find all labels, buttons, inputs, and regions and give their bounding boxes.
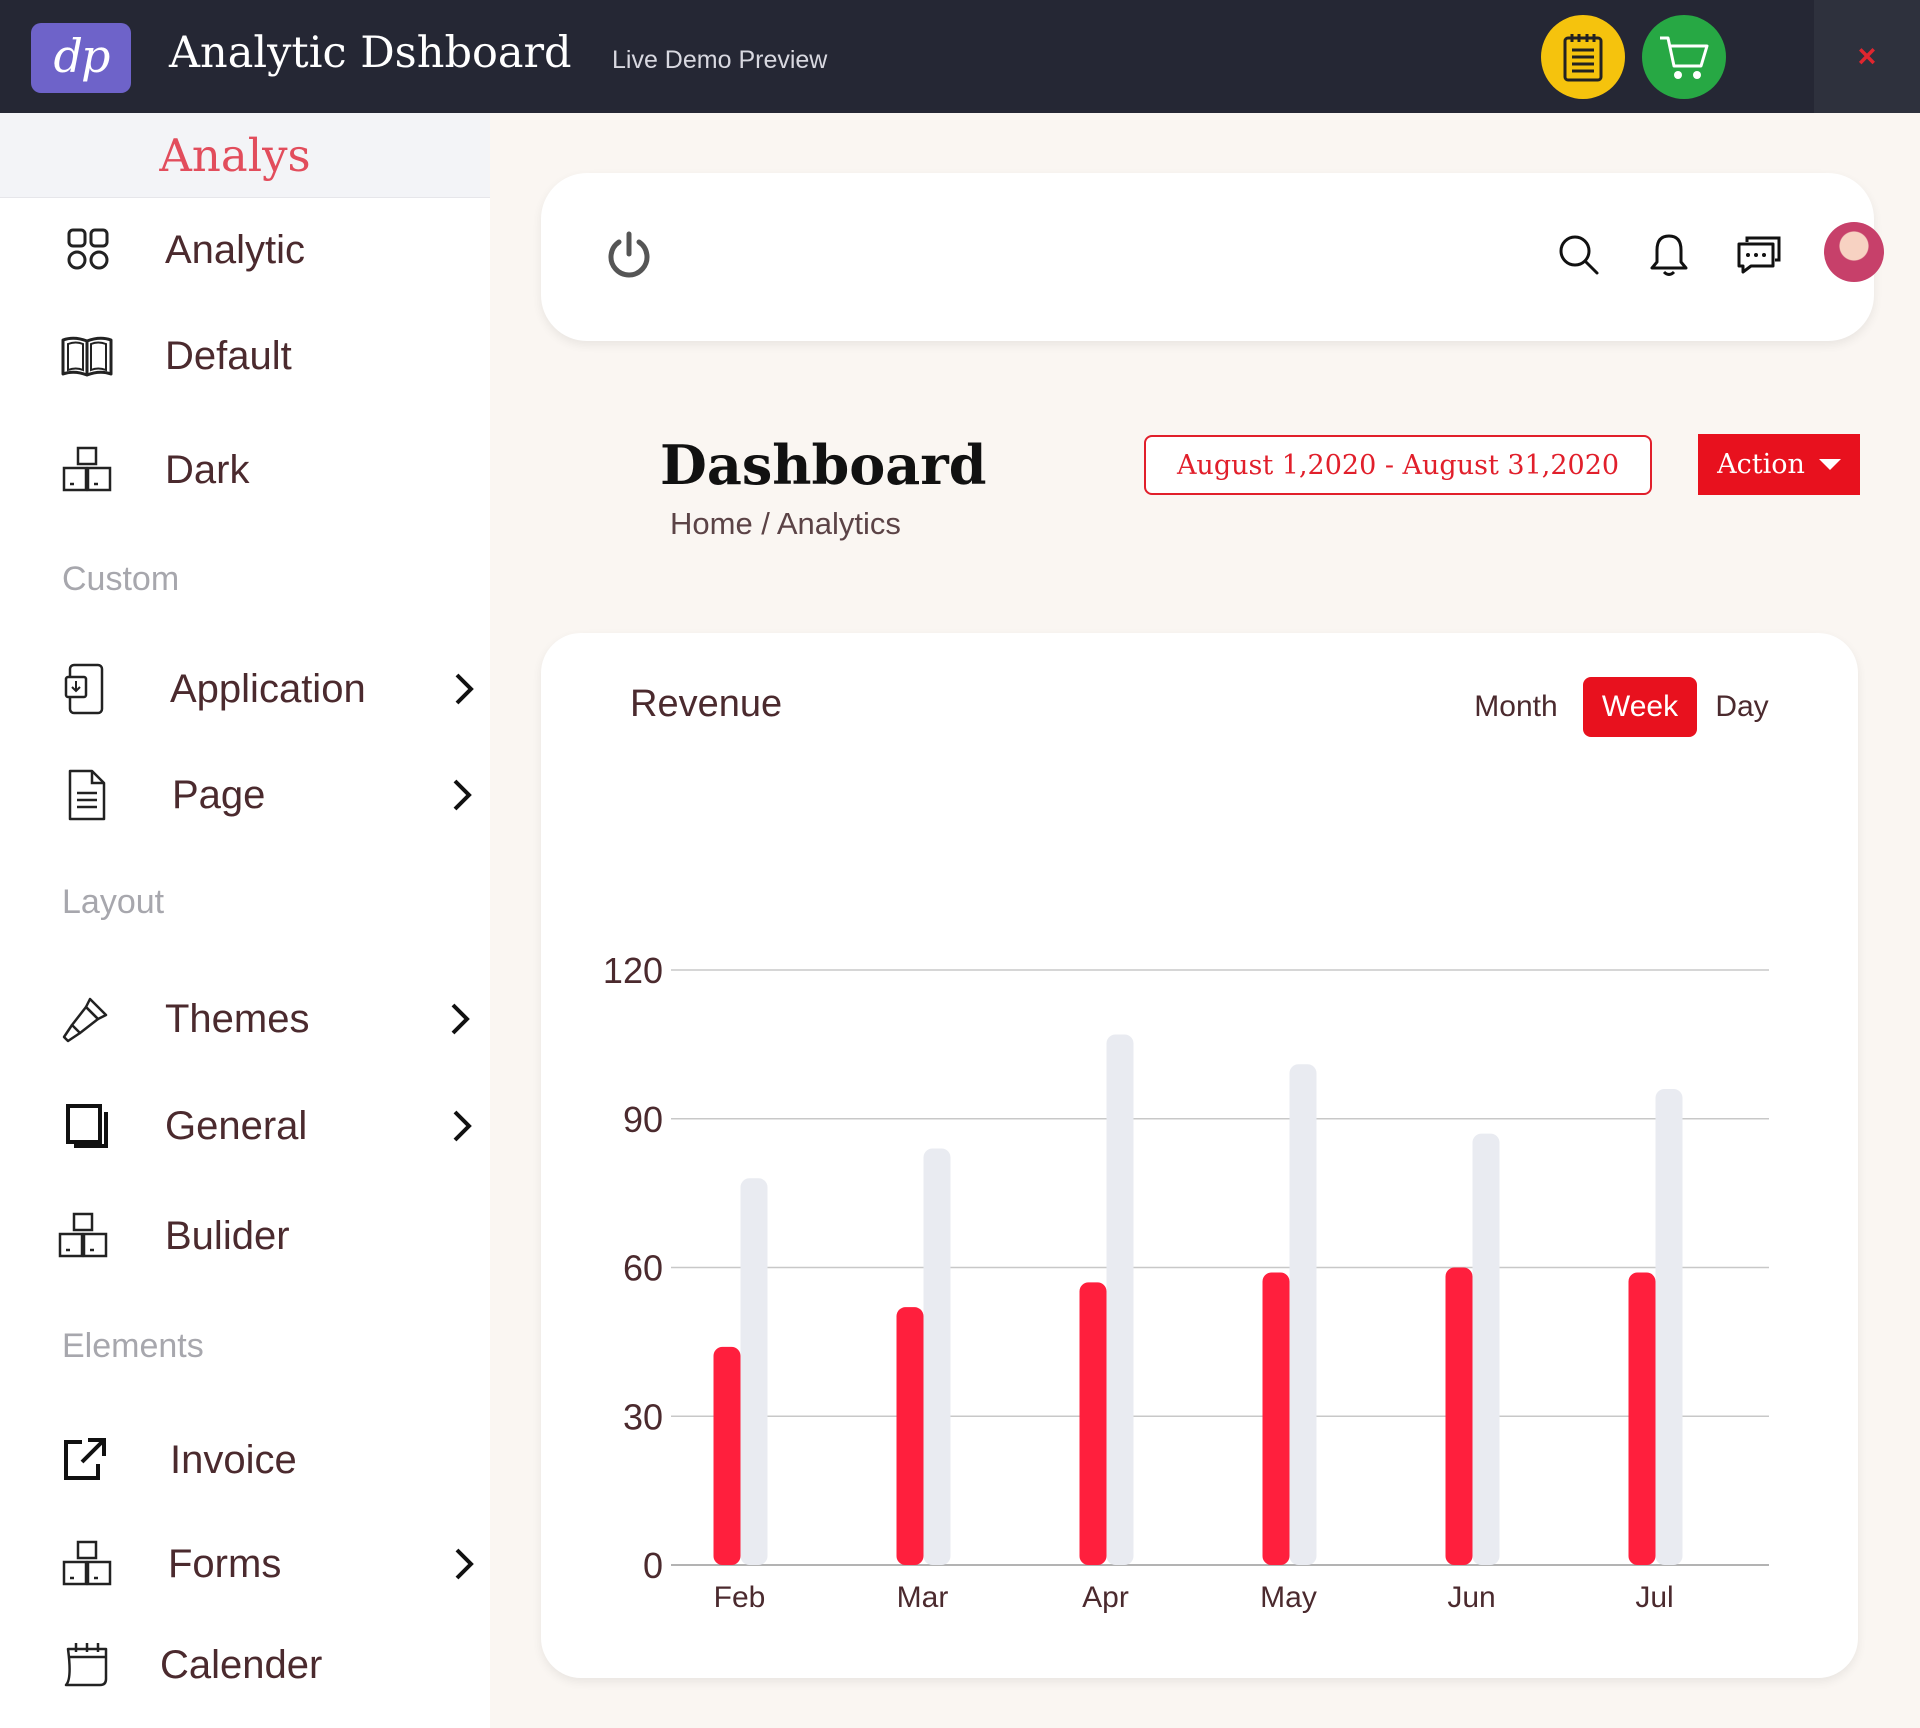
x-tick-label: Apr xyxy=(1082,1581,1129,1614)
sidebar-item-page[interactable]: Page xyxy=(0,755,490,835)
sidebar-item-bulider[interactable]: Bulider xyxy=(0,1196,490,1276)
boxes-icon xyxy=(62,1540,112,1586)
top-toolbar xyxy=(541,173,1884,341)
bar-secondary xyxy=(923,1148,951,1565)
avatar[interactable] xyxy=(1824,222,1884,282)
caret-down-icon xyxy=(1818,459,1841,470)
x-tick-label: May xyxy=(1260,1581,1317,1614)
revenue-card: Revenue Month Week Day 0 30 60 90 120 Feb Mar A… xyxy=(541,633,1858,1678)
chevron-right-icon xyxy=(455,1548,474,1580)
bell-icon xyxy=(1650,234,1688,276)
notepad-icon xyxy=(1563,34,1603,82)
grid-icon xyxy=(67,228,109,270)
y-tick-label: 30 xyxy=(623,1396,663,1437)
power-button[interactable] xyxy=(601,225,657,285)
bar-primary xyxy=(1445,1267,1473,1565)
sidebar-item-dark[interactable]: Dark xyxy=(0,430,490,510)
brush-icon xyxy=(62,997,108,1043)
sidebar-item-label: Invoice xyxy=(170,1438,297,1482)
date-range-picker[interactable]: August 1,2020 - August 31,2020 xyxy=(1144,435,1652,495)
bar-secondary xyxy=(1472,1133,1500,1565)
external-link-icon xyxy=(64,1438,106,1480)
boxes-icon xyxy=(58,1212,108,1258)
sidebar-item-general[interactable]: General xyxy=(0,1086,490,1166)
messages-button[interactable] xyxy=(1731,225,1787,285)
sidebar-header: Analys xyxy=(0,113,490,198)
x-tick-label: Jun xyxy=(1447,1581,1495,1614)
sidebar-item-label: Themes xyxy=(165,997,310,1041)
y-tick-label: 0 xyxy=(643,1545,663,1586)
x-tick-label: Feb xyxy=(714,1581,766,1614)
bar-primary xyxy=(896,1307,924,1565)
chevron-right-icon xyxy=(453,1110,472,1142)
close-icon: × xyxy=(1857,38,1877,74)
bar-primary xyxy=(1079,1282,1107,1565)
app-subtitle[interactable]: Live Demo Preview xyxy=(612,46,827,75)
title-bar: dp Analytic Dshboard Live Demo Preview × xyxy=(0,0,1920,113)
sidebar-item-label: Forms xyxy=(168,1542,282,1586)
stack-icon xyxy=(66,1104,108,1148)
bar-primary xyxy=(1262,1272,1290,1565)
x-tick-label: Jul xyxy=(1635,1581,1673,1614)
sidebar-item-label: Dark xyxy=(165,448,250,492)
cart-icon xyxy=(1660,36,1709,79)
action-dropdown-button[interactable]: Action xyxy=(1698,434,1860,495)
document-icon xyxy=(68,769,106,821)
calendar-icon xyxy=(64,1643,108,1687)
sidebar-item-invoice[interactable]: Invoice xyxy=(0,1420,490,1500)
sidebar-item-label: Bulider xyxy=(165,1214,290,1258)
power-icon xyxy=(608,231,650,278)
sidebar-item-themes[interactable]: Themes xyxy=(0,979,490,1059)
main-content: Dashboard Home / Analytics August 1,2020… xyxy=(490,113,1920,1728)
sidebar-item-application[interactable]: Application xyxy=(0,649,490,729)
bar-primary xyxy=(713,1346,741,1565)
section-label-layout: Layout xyxy=(62,883,165,921)
action-label: Action xyxy=(1717,449,1805,480)
sidebar-item-label: Application xyxy=(170,667,366,711)
sidebar-item-default[interactable]: Default xyxy=(0,316,490,396)
app-logo[interactable]: dp xyxy=(31,23,131,93)
section-label-elements: Elements xyxy=(62,1327,204,1365)
breadcrumb[interactable]: Home / Analytics xyxy=(670,506,901,542)
bar-secondary xyxy=(1289,1064,1317,1565)
chevron-right-icon xyxy=(455,673,474,705)
y-tick-label: 90 xyxy=(623,1099,663,1140)
sidebar-item-label: Page xyxy=(172,773,266,817)
chevron-right-icon xyxy=(451,1003,470,1035)
sidebar-item-label: Default xyxy=(165,334,292,378)
bar-secondary xyxy=(1655,1089,1683,1565)
bar-secondary xyxy=(740,1178,768,1565)
notifications-button[interactable] xyxy=(1641,225,1697,285)
section-label-custom: Custom xyxy=(62,560,180,598)
cart-button[interactable] xyxy=(1642,15,1726,99)
notepad-button[interactable] xyxy=(1541,15,1625,99)
search-button[interactable] xyxy=(1551,225,1607,285)
bar-secondary xyxy=(1106,1034,1134,1565)
bar-primary xyxy=(1628,1272,1656,1565)
sidebar-item-analytic[interactable]: Analytic xyxy=(0,210,490,290)
app-title: Analytic Dshboard xyxy=(169,28,572,78)
chevron-right-icon xyxy=(453,779,472,811)
sidebar-item-label: Calender xyxy=(160,1643,323,1687)
revenue-bar-chart: 0 30 60 90 120 Feb Mar Apr May Jun Jul xyxy=(603,950,1769,1614)
y-tick-label: 60 xyxy=(623,1248,663,1289)
chat-icon xyxy=(1737,236,1781,274)
page-title: Dashboard xyxy=(660,433,987,497)
sidebar-item-label: General xyxy=(165,1104,308,1148)
close-button[interactable]: × xyxy=(1814,0,1920,113)
sidebar: Analys Analytic Default Dark Custom Appl… xyxy=(0,113,490,1728)
sidebar-item-calender[interactable]: Calender xyxy=(0,1625,490,1705)
sidebar-title: Analys xyxy=(159,128,311,182)
boxes-icon xyxy=(62,446,112,492)
x-tick-label: Mar xyxy=(897,1581,949,1614)
book-icon xyxy=(61,336,113,377)
sidebar-item-forms[interactable]: Forms xyxy=(0,1524,490,1604)
search-icon xyxy=(1559,235,1599,275)
sidebar-item-label: Analytic xyxy=(165,228,306,272)
y-tick-label: 120 xyxy=(603,950,663,991)
tablet-icon xyxy=(64,663,104,715)
